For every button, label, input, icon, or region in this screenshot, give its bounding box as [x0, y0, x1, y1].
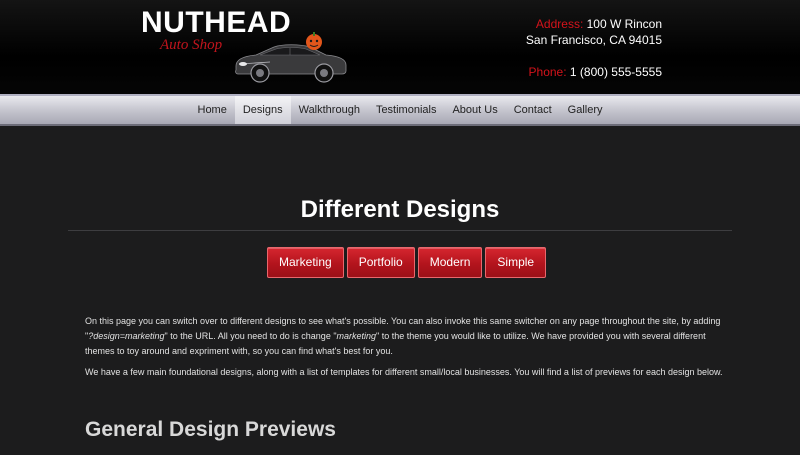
section-title: General Design Previews	[85, 418, 336, 441]
main-nav: Home Designs Walkthrough Testimonials Ab…	[0, 94, 800, 126]
marketing-button[interactable]: Marketing	[267, 247, 344, 278]
foundation-paragraph: We have a few main foundational designs,…	[85, 367, 723, 377]
portfolio-button[interactable]: Portfolio	[346, 247, 415, 278]
nav-item-testimonials[interactable]: Testimonials	[368, 96, 445, 124]
design-switcher: Marketing Portfolio Modern Simple	[267, 247, 547, 278]
page-title: Different Designs	[300, 196, 500, 223]
title-divider	[68, 230, 732, 231]
address-label: Address:	[535, 17, 584, 31]
nav-item-walkthrough[interactable]: Walkthrough	[291, 96, 368, 124]
nav-item-gallery[interactable]: Gallery	[560, 96, 611, 124]
car-logo-icon	[235, 32, 347, 83]
intro-paragraph: On this page you can switch over to diff…	[85, 314, 725, 359]
nav-item-designs[interactable]: Designs	[234, 96, 291, 124]
modern-button[interactable]: Modern	[417, 247, 483, 278]
site-logo[interactable]: NUTHEAD Auto Shop	[138, 4, 353, 89]
intro-text-2: " to the URL. All you need to do is chan…	[164, 331, 337, 341]
address-line: Address: 100 W Rincon	[526, 16, 662, 32]
simple-button[interactable]: Simple	[485, 247, 547, 278]
address-city: San Francisco, CA 94015	[525, 33, 662, 47]
nav-item-about-us[interactable]: About Us	[444, 96, 505, 124]
site-header: NUTHEAD Auto Shop Address: 100 W Rincon …	[0, 0, 800, 94]
logo-subtitle: Auto Shop	[160, 37, 223, 53]
phone-line: Phone: 1 (800) 555-5555	[526, 64, 662, 80]
contact-info: Address: 100 W Rincon San Francisco, CA …	[526, 16, 662, 80]
design-param-code: ?design=marketing	[88, 331, 165, 341]
theme-name-code: marketing	[336, 331, 377, 341]
nav-item-home[interactable]: Home	[190, 96, 235, 124]
phone-label: Phone:	[528, 65, 567, 79]
nav-item-contact[interactable]: Contact	[506, 96, 560, 124]
phone-number[interactable]: 1 (800) 555-5555	[570, 65, 662, 79]
address-street: 100 W Rincon	[586, 17, 662, 31]
